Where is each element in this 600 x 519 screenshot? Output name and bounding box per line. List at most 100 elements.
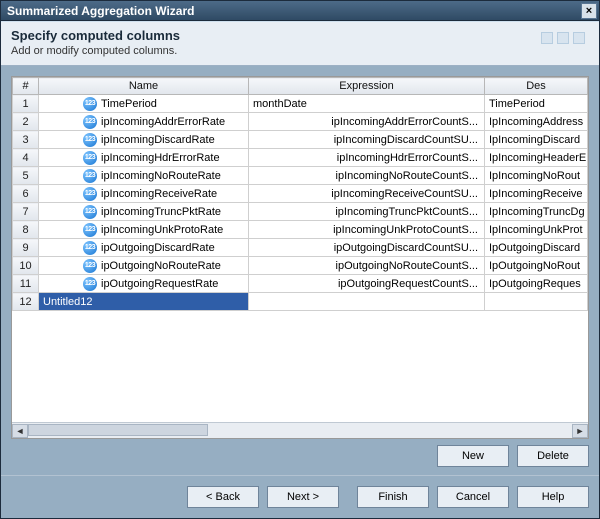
row-index: 7: [13, 203, 39, 221]
numeric-column-icon: 123: [83, 223, 97, 237]
column-name: ipOutgoingNoRouteRate: [101, 260, 221, 272]
horizontal-scrollbar[interactable]: ◄ ►: [12, 422, 588, 438]
grid[interactable]: # Name Expression Des 1123TimePeriodmont…: [12, 77, 588, 311]
description-cell[interactable]: IpIncomingUnkProt: [485, 221, 588, 239]
expression-cell[interactable]: monthDate: [249, 95, 485, 113]
description-cell[interactable]: IpIncomingDiscard: [485, 131, 588, 149]
row-index: 10: [13, 257, 39, 275]
table-row[interactable]: 6123ipIncomingReceiveRateipIncomingRecei…: [13, 185, 588, 203]
columns-table: # Name Expression Des 1123TimePeriodmont…: [11, 76, 589, 439]
expression-cell[interactable]: ipIncomingHdrErrorCountS...: [249, 149, 485, 167]
new-button[interactable]: New: [437, 445, 509, 467]
col-header-description[interactable]: Des: [485, 78, 588, 95]
name-cell[interactable]: 123 ipIncomingAddrErrorRate: [39, 113, 249, 131]
table-row[interactable]: 8123ipIncomingUnkProtoRateipIncomingUnkP…: [13, 221, 588, 239]
table-row-editing[interactable]: 12Untitled12: [13, 293, 588, 311]
next-button[interactable]: Next >: [267, 486, 339, 508]
description-cell[interactable]: IpOutgoingDiscard: [485, 239, 588, 257]
name-cell[interactable]: 123ipIncomingDiscardRate: [39, 131, 249, 149]
numeric-column-icon: 123: [83, 97, 97, 111]
expression-cell[interactable]: ipIncomingNoRouteCountS...: [249, 167, 485, 185]
numeric-column-icon: 123: [83, 205, 97, 219]
column-name: ipIncomingDiscardRate: [101, 134, 215, 146]
description-cell[interactable]: IpOutgoingReques: [485, 275, 588, 293]
numeric-column-icon: 123: [83, 259, 97, 273]
numeric-column-icon: 123: [83, 241, 97, 255]
expression-cell[interactable]: ipIncomingAddrErrorCountS...: [249, 113, 485, 131]
expression-cell[interactable]: ipIncomingTruncPktCountS...: [249, 203, 485, 221]
expression-cell[interactable]: ipOutgoingNoRouteCountS...: [249, 257, 485, 275]
grid-header-row: # Name Expression Des: [13, 78, 588, 95]
expression-cell[interactable]: [249, 293, 485, 311]
column-name: ipIncomingTruncPktRate: [101, 206, 221, 218]
table-row[interactable]: 5123ipIncomingNoRouteRateipIncomingNoRou…: [13, 167, 588, 185]
name-cell[interactable]: 123 ipIncomingTruncPktRate: [39, 203, 249, 221]
expression-cell[interactable]: ipIncomingReceiveCountSU...: [249, 185, 485, 203]
column-name: TimePeriod: [101, 98, 157, 110]
content-area: # Name Expression Des 1123TimePeriodmont…: [1, 66, 599, 475]
table-row[interactable]: 1123TimePeriodmonthDateTimePeriod: [13, 95, 588, 113]
page-title: Specify computed columns: [11, 28, 180, 43]
scroll-left-icon[interactable]: ◄: [12, 424, 28, 438]
column-name: ipIncomingAddrErrorRate: [101, 116, 225, 128]
header-decor: [541, 32, 585, 44]
name-cell[interactable]: 123 ipIncomingUnkProtoRate: [39, 221, 249, 239]
table-row[interactable]: 10 123 ipOutgoingNoRouteRate ipOutgoingNoRo…: [13, 257, 588, 275]
finish-button[interactable]: Finish: [357, 486, 429, 508]
delete-button[interactable]: Delete: [517, 445, 589, 467]
numeric-column-icon: 123: [83, 151, 97, 165]
scroll-right-icon[interactable]: ►: [572, 424, 588, 438]
table-row[interactable]: 3123ipIncomingDiscardRateipIncomingDisca…: [13, 131, 588, 149]
numeric-column-icon: 123: [83, 277, 97, 291]
row-index: 1: [13, 95, 39, 113]
column-name: ipOutgoingDiscardRate: [101, 242, 215, 254]
column-name: ipIncomingNoRouteRate: [101, 170, 221, 182]
table-row[interactable]: 2 123 ipIncomingAddrErrorRate ipIncomingAdd…: [13, 113, 588, 131]
name-cell[interactable]: 123 ipOutgoingNoRouteRate: [39, 257, 249, 275]
column-name: ipIncomingUnkProtoRate: [101, 224, 223, 236]
name-cell-editing[interactable]: Untitled12: [39, 293, 249, 311]
row-index: 3: [13, 131, 39, 149]
description-cell[interactable]: IpIncomingHeaderE: [485, 149, 588, 167]
description-cell[interactable]: IpIncomingTruncDg: [485, 203, 588, 221]
name-cell[interactable]: 123 ipIncomingHdrErrorRate: [39, 149, 249, 167]
name-cell[interactable]: 123 TimePeriod: [39, 95, 249, 113]
window-title: Summarized Aggregation Wizard: [7, 4, 581, 18]
expression-cell[interactable]: ipOutgoingRequestCountS...: [249, 275, 485, 293]
expression-cell[interactable]: ipIncomingDiscardCountSU...: [249, 131, 485, 149]
col-header-expression[interactable]: Expression: [249, 78, 485, 95]
description-cell[interactable]: IpIncomingReceive: [485, 185, 588, 203]
description-cell[interactable]: TimePeriod: [485, 95, 588, 113]
numeric-column-icon: 123: [83, 115, 97, 129]
row-index: 6: [13, 185, 39, 203]
close-icon[interactable]: ×: [581, 3, 597, 19]
wizard-header: Specify computed columns Add or modify c…: [1, 21, 599, 66]
expression-cell[interactable]: ipIncomingUnkProtoCountS...: [249, 221, 485, 239]
description-cell[interactable]: IpIncomingNoRout: [485, 167, 588, 185]
row-index: 9: [13, 239, 39, 257]
cancel-button[interactable]: Cancel: [437, 486, 509, 508]
table-row[interactable]: 7 123 ipIncomingTruncPktRate ipIncomingTrun…: [13, 203, 588, 221]
table-row[interactable]: 4 123 ipIncomingHdrErrorRate ipIncomingHdrE…: [13, 149, 588, 167]
row-index: 2: [13, 113, 39, 131]
description-cell[interactable]: IpIncomingAddress: [485, 113, 588, 131]
table-row[interactable]: 9 123 ipOutgoingDiscardRate ipOutgoingDisca…: [13, 239, 588, 257]
name-cell[interactable]: 123ipOutgoingRequestRate: [39, 275, 249, 293]
col-header-name[interactable]: Name: [39, 78, 249, 95]
scroll-thumb[interactable]: [28, 424, 208, 436]
description-cell[interactable]: [485, 293, 588, 311]
table-row[interactable]: 11123ipOutgoingRequestRateipOutgoingRequ…: [13, 275, 588, 293]
titlebar: Summarized Aggregation Wizard ×: [1, 1, 599, 21]
expression-cell[interactable]: ipOutgoingDiscardCountSU...: [249, 239, 485, 257]
scroll-track[interactable]: [28, 424, 572, 438]
description-cell[interactable]: IpOutgoingNoRout: [485, 257, 588, 275]
name-cell[interactable]: 123ipIncomingReceiveRate: [39, 185, 249, 203]
column-name: ipIncomingHdrErrorRate: [101, 152, 220, 164]
name-cell[interactable]: 123 ipOutgoingDiscardRate: [39, 239, 249, 257]
name-cell[interactable]: 123 ipIncomingNoRouteRate: [39, 167, 249, 185]
row-index: 4: [13, 149, 39, 167]
col-header-rownum[interactable]: #: [13, 78, 39, 95]
back-button[interactable]: < Back: [187, 486, 259, 508]
help-button[interactable]: Help: [517, 486, 589, 508]
numeric-column-icon: 123: [83, 169, 97, 183]
